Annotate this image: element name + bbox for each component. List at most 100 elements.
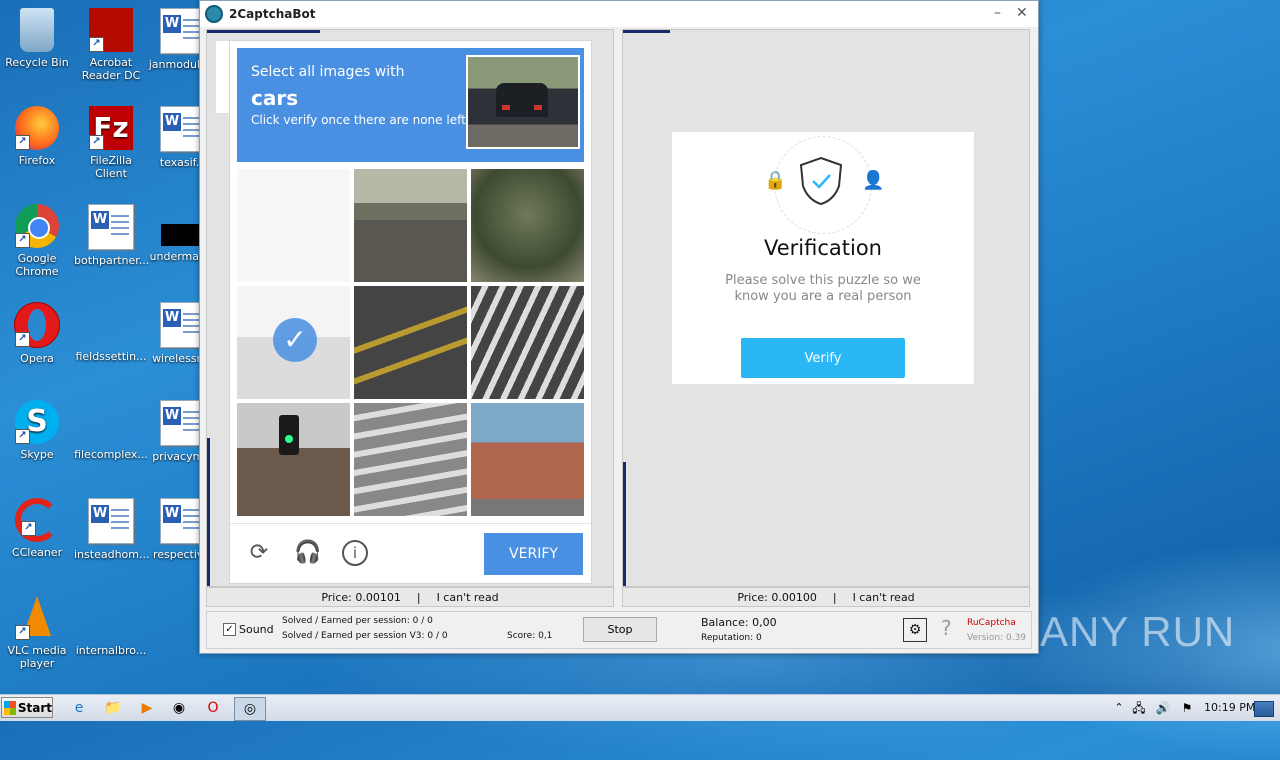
- network-icon[interactable]: 🖧: [1126, 697, 1152, 719]
- settings-sliders-icon[interactable]: ⚙: [903, 618, 927, 642]
- left-sep: |: [416, 590, 421, 604]
- media-player-icon[interactable]: ▶: [134, 697, 160, 719]
- captcha-widget: Select all images with cars Click verify…: [229, 40, 592, 584]
- acrobat-icon: ↗: [89, 8, 133, 52]
- captcha-tile[interactable]: [354, 403, 467, 516]
- desktop-icon-label: Recycle Bin: [5, 56, 69, 69]
- captcha-instruction: Click verify once there are none left: [251, 113, 466, 127]
- desktop-icon-bothpartner[interactable]: bothpartner...: [74, 204, 150, 267]
- desktop-icon-label: insteadhom...: [74, 548, 150, 561]
- shield-check-icon: [799, 156, 843, 206]
- taskbar-clock[interactable]: 10:19 PM: [1204, 701, 1255, 714]
- captcha-verify-button[interactable]: VERIFY: [484, 533, 583, 575]
- verification-title: Verification: [764, 236, 882, 260]
- desktop-icon-chrome[interactable]: ↗ Google Chrome: [0, 204, 74, 278]
- captcha-tile[interactable]: [354, 169, 467, 282]
- left-price: Price: 0.00101: [321, 590, 401, 604]
- vlc-icon: ↗: [15, 596, 59, 640]
- internet-explorer-icon[interactable]: e: [66, 697, 92, 719]
- desktop-icon-opera[interactable]: ↗ Opera: [0, 302, 74, 365]
- info-icon[interactable]: i: [342, 540, 368, 566]
- person-icon: 👤: [862, 170, 885, 191]
- right-cant-read-link[interactable]: I can't read: [853, 591, 915, 604]
- word-document-icon: [88, 204, 134, 250]
- headphones-icon[interactable]: 🎧: [294, 540, 321, 566]
- volume-icon[interactable]: 🔊: [1150, 697, 1176, 719]
- chrome-icon: ↗: [15, 204, 59, 248]
- skype-icon: S ↗: [15, 400, 59, 444]
- reload-icon[interactable]: ⟳: [246, 540, 272, 566]
- verification-verify-button[interactable]: Verify: [741, 338, 905, 378]
- minimize-button[interactable]: –: [994, 5, 1001, 21]
- verification-subtitle: Please solve this puzzle so we know you …: [725, 273, 921, 304]
- stop-button[interactable]: Stop: [583, 617, 657, 642]
- desktop-icon-label: Firefox: [18, 154, 56, 167]
- version: Version: 0.39: [967, 633, 1027, 643]
- show-desktop-button[interactable]: [1254, 701, 1274, 717]
- captcha-tile[interactable]: [471, 169, 584, 282]
- desktop-icon-label: FileZilla Client: [90, 154, 132, 180]
- desktop-icon-filezilla[interactable]: Fz ↗ FileZilla Client: [74, 106, 148, 180]
- desktop-icon-label: internalbro...: [75, 644, 147, 657]
- desktop-icon-recycle-bin[interactable]: Recycle Bin: [0, 8, 74, 69]
- captcha-prompt: Select all images with: [251, 64, 405, 80]
- left-cant-read-link[interactable]: I can't read: [437, 591, 499, 604]
- help-icon[interactable]: ?: [941, 616, 952, 640]
- right-sep: |: [832, 590, 837, 604]
- opera-icon: ↗: [14, 302, 60, 348]
- app-bottom-bar: ✓ Sound Solved / Earned per session: 0 /…: [206, 611, 1032, 649]
- desktop-icon-vlc[interactable]: ↗ VLC media player: [0, 596, 74, 670]
- desktop-icon-insteadhom[interactable]: insteadhom...: [74, 498, 150, 561]
- filezilla-icon: Fz ↗: [89, 106, 133, 150]
- recycle-bin-icon: [20, 8, 54, 52]
- taskbar: Start e 📁 ▶ ◉ O ◎ ⌃ 🖧 🔊 ⚑ 10:19 PM: [0, 694, 1280, 721]
- app-icon: [205, 5, 223, 23]
- desktop-icon-filecomplex[interactable]: filecomplex...: [74, 400, 148, 461]
- desktop-icon-acrobat[interactable]: ↗ Acrobat Reader DC: [74, 8, 148, 82]
- captcha-tile[interactable]: [237, 403, 350, 516]
- desktop-icon-label: bothpartner...: [74, 254, 150, 267]
- windows-logo-icon: [4, 700, 16, 715]
- lock-icon: 🔒: [764, 170, 787, 191]
- action-center-flag-icon[interactable]: ⚑: [1174, 697, 1200, 719]
- left-status-row: Price: 0.00101 | I can't read: [206, 587, 614, 607]
- firefox-icon: ↗: [15, 106, 59, 150]
- captcha-footer: ⟳ 🎧 i VERIFY: [230, 523, 591, 584]
- right-status-row: Price: 0.00100 | I can't read: [622, 587, 1030, 607]
- start-button[interactable]: Start: [1, 697, 53, 718]
- captcha-tile[interactable]: [354, 286, 467, 399]
- desktop-icon-skype[interactable]: S ↗ Skype: [0, 400, 74, 461]
- chrome-taskbar-icon[interactable]: ◉: [166, 697, 192, 719]
- verification-card: 🔒 👤 Verification Please solve this puzzl…: [672, 132, 974, 384]
- desktop-icon-label: Google Chrome: [15, 252, 59, 278]
- captcha-target: cars: [251, 86, 299, 110]
- captcha-tile[interactable]: [237, 169, 350, 282]
- service-name[interactable]: RuCaptcha: [967, 618, 1016, 628]
- captcha-tile-selected[interactable]: [237, 286, 350, 399]
- blank-file-icon: [89, 596, 133, 640]
- desktop-icon-label: Skype: [20, 448, 54, 461]
- captcha-tile[interactable]: [471, 403, 584, 516]
- desktop-icon-internalbro[interactable]: internalbro...: [74, 596, 148, 657]
- blank-file-icon: [89, 400, 133, 444]
- captcha-header: Select all images with cars Click verify…: [237, 48, 584, 162]
- captcha-tile[interactable]: [471, 286, 584, 399]
- left-scroll-indicator: [207, 438, 210, 586]
- desktop-icon-ccleaner[interactable]: ↗ CCleaner: [0, 498, 74, 559]
- desktop-icon-label: CCleaner: [11, 546, 63, 559]
- desktop-icon-fieldssettin[interactable]: fieldssettin...: [74, 302, 148, 363]
- captchabot-taskbar-button[interactable]: ◎: [234, 697, 266, 721]
- sound-label: Sound: [239, 623, 274, 636]
- explorer-folder-icon[interactable]: 📁: [100, 697, 126, 719]
- desktop-icon-firefox[interactable]: ↗ Firefox: [0, 106, 74, 167]
- captcha-example-image: [466, 55, 580, 149]
- title-bar[interactable]: 2CaptchaBot – ✕: [200, 1, 1038, 27]
- desktop-icon-label: Opera: [20, 352, 54, 365]
- sound-checkbox[interactable]: ✓: [223, 623, 236, 636]
- captcha-image-grid: [237, 169, 584, 516]
- close-button[interactable]: ✕: [1016, 5, 1028, 21]
- ccleaner-icon: ↗: [15, 498, 59, 542]
- right-scroll-indicator: [623, 462, 626, 586]
- window-title: 2CaptchaBot: [229, 7, 316, 21]
- opera-taskbar-icon[interactable]: O: [200, 697, 226, 719]
